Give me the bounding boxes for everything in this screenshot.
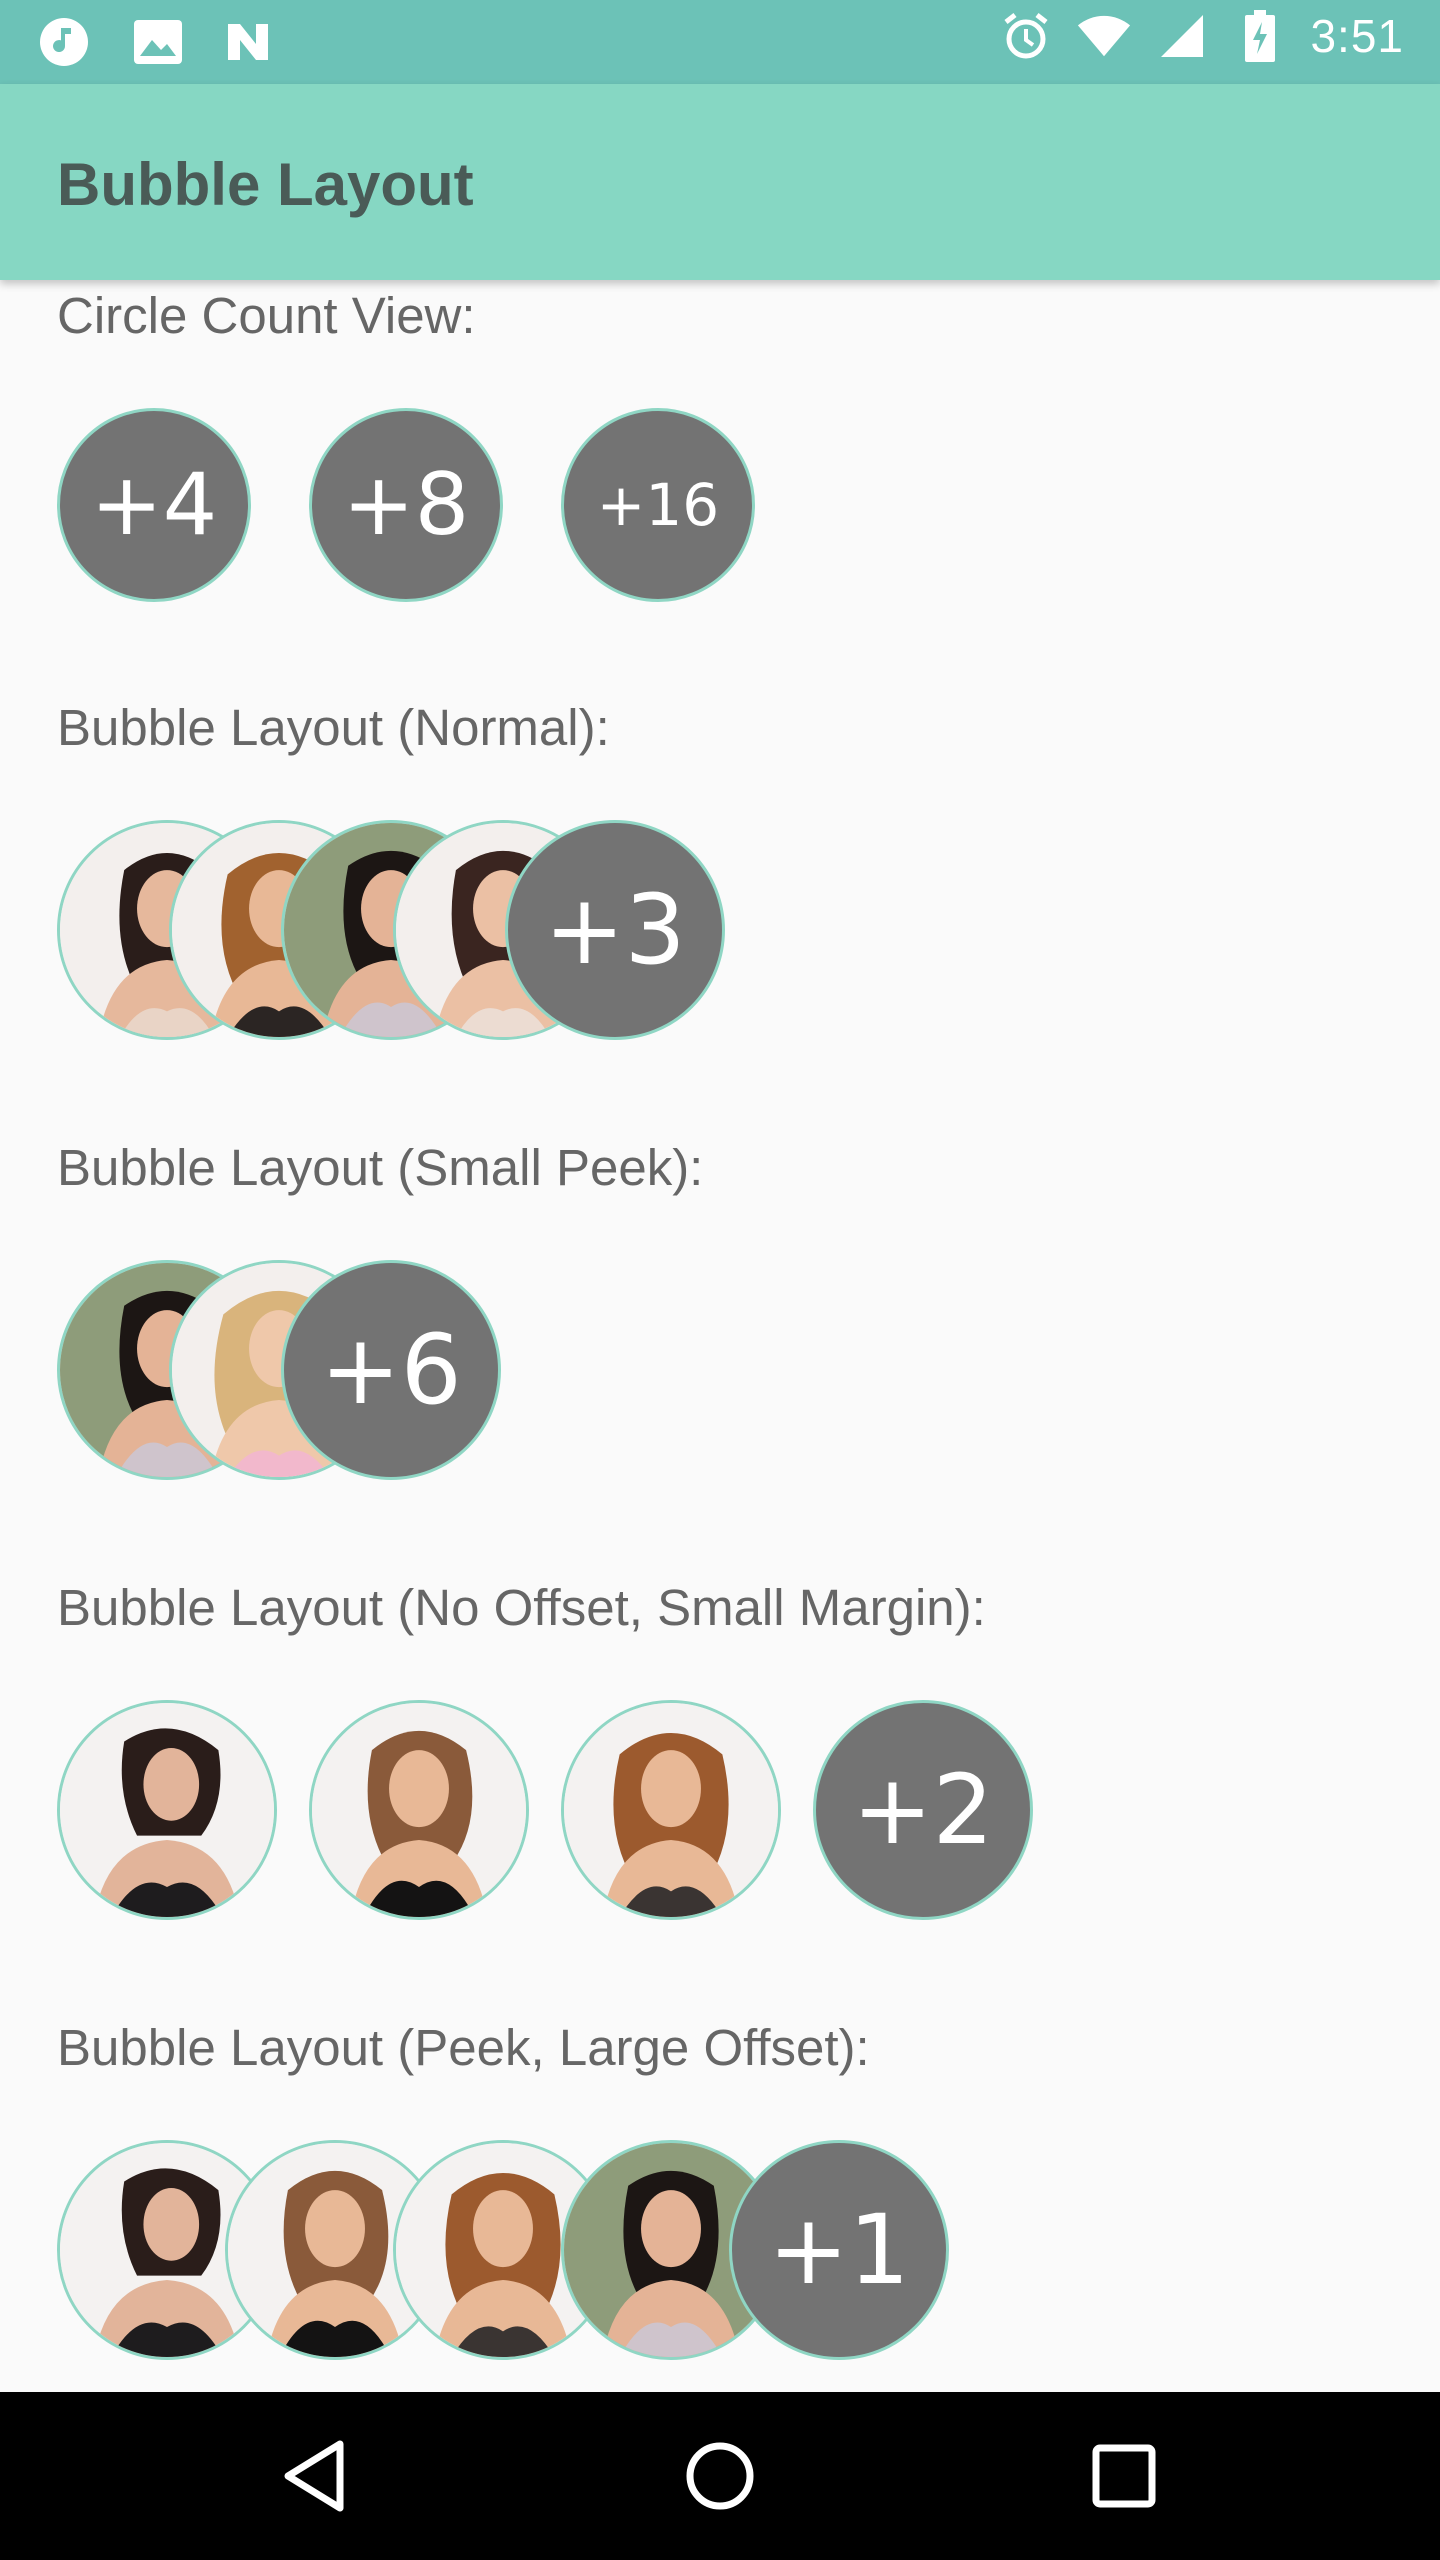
section-label-no-offset: Bubble Layout (No Offset, Small Margin): — [57, 1579, 986, 1636]
count-bubble: +3 — [505, 820, 725, 1040]
count-bubble: +8 — [309, 408, 503, 602]
alarm-icon — [998, 8, 1054, 64]
wifi-icon — [1076, 8, 1132, 64]
count-bubble: +1 — [729, 2140, 949, 2360]
section-label-peek-large-offset: Bubble Layout (Peek, Large Offset): — [57, 2019, 870, 2076]
n-logo-icon — [224, 14, 280, 70]
recents-icon[interactable] — [1084, 2436, 1164, 2516]
section-label-normal: Bubble Layout (Normal): — [57, 699, 610, 756]
avatar-photo-auburn[interactable] — [561, 1700, 781, 1920]
back-icon[interactable] — [276, 2436, 356, 2516]
music-note-icon — [36, 14, 92, 70]
content-scroll-area[interactable]: Circle Count View: +4 +8 +16 Bubble Layo… — [0, 280, 1440, 2392]
avatar-photo-brunette[interactable] — [309, 1700, 529, 1920]
count-bubble: +2 — [813, 1700, 1033, 1920]
signal-icon — [1154, 8, 1210, 64]
section-label-small-peek: Bubble Layout (Small Peek): — [57, 1139, 704, 1196]
status-time: 3:51 — [1310, 10, 1404, 62]
battery-charging-icon — [1232, 8, 1288, 64]
count-bubble: +6 — [281, 1260, 501, 1480]
navigation-bar — [0, 2392, 1440, 2560]
status-bar: 3:51 — [0, 0, 1440, 84]
app-bar: Bubble Layout — [0, 84, 1440, 280]
image-icon — [130, 14, 186, 70]
app-title: Bubble Layout — [57, 151, 474, 218]
count-bubble: +16 — [561, 408, 755, 602]
avatar-photo-brunette[interactable] — [57, 1700, 277, 1920]
count-bubble: +4 — [57, 408, 251, 602]
home-icon[interactable] — [680, 2436, 760, 2516]
section-label-circle-count: Circle Count View: — [57, 287, 476, 344]
